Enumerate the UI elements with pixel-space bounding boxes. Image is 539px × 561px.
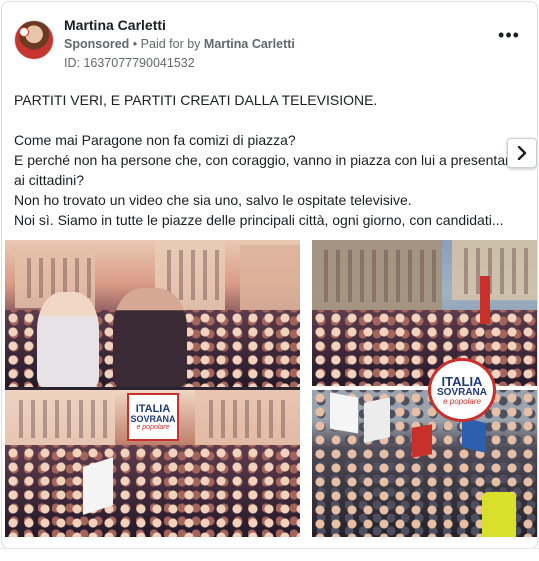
blue-flag [462, 417, 486, 453]
carousel-next-button[interactable] [507, 138, 537, 168]
feed-divider [0, 548, 539, 549]
rally-photo-stage [5, 240, 300, 387]
paid-for-name: Martina Carletti [203, 37, 295, 51]
avatar-badge-icon [19, 27, 29, 37]
post-header: Martina Carletti Sponsored • Paid for by… [2, 2, 537, 80]
logo-text-1: ITALIA [135, 402, 171, 415]
more-horizontal-icon: ••• [498, 25, 520, 45]
post-line-2: E perché non ha persone che, con coraggi… [14, 152, 520, 188]
post-text: PARTITI VERI, E PARTITI CREATI DALLA TEL… [14, 90, 529, 230]
image-carousel: ITALIA SOVRANA e popolare ITALIA SOVRANA… [5, 240, 537, 537]
sponsored-label: Sponsored [64, 37, 130, 51]
post-headline: PARTITI VERI, E PARTITI CREATI DALLA TEL… [14, 92, 378, 108]
white-flag-1 [330, 392, 358, 434]
logo-text-2: SOVRANA [130, 413, 176, 424]
ad-id: ID: 1637077790041532 [64, 56, 195, 70]
post-line-4: Noi sì. Siamo in tutte le piazze delle p… [14, 212, 504, 228]
page-avatar[interactable] [14, 20, 54, 60]
red-flag-2 [412, 424, 432, 458]
party-logo-round: ITALIA SOVRANA e popolare [428, 358, 496, 422]
logo-round-text-3: e popolare [443, 396, 481, 406]
chevron-right-icon [517, 146, 527, 160]
logo-round-text-2: SOVRANA [436, 386, 487, 398]
post-line-1: Come mai Paragone non fa comizi di piazz… [14, 132, 296, 148]
sponsored-meta: Sponsored • Paid for by Martina Carletti [64, 37, 295, 51]
page-name[interactable]: Martina Carletti [64, 17, 166, 33]
sponsored-post-card: Martina Carletti Sponsored • Paid for by… [1, 1, 538, 549]
logo-round-text-1: ITALIA [441, 373, 483, 389]
yellow-vest [482, 492, 516, 537]
party-logo-square: ITALIA SOVRANA e popolare [127, 393, 179, 441]
paid-for-prefix: Paid for by [140, 37, 201, 51]
rally-flag [83, 457, 113, 515]
carousel-image-2[interactable]: ITALIA SOVRANA e popolare [312, 240, 537, 537]
meta-separator: • [132, 37, 138, 51]
carousel-image-1[interactable]: ITALIA SOVRANA e popolare [5, 240, 300, 537]
rally-photo-crowd: ITALIA SOVRANA e popolare [5, 390, 300, 537]
post-line-3: Non ho trovato un video che sia uno, sal… [14, 192, 412, 208]
logo-text-3: e popolare [136, 423, 170, 431]
red-flag [480, 276, 490, 324]
white-flag-2 [364, 397, 390, 443]
more-options-button[interactable]: ••• [497, 25, 521, 48]
